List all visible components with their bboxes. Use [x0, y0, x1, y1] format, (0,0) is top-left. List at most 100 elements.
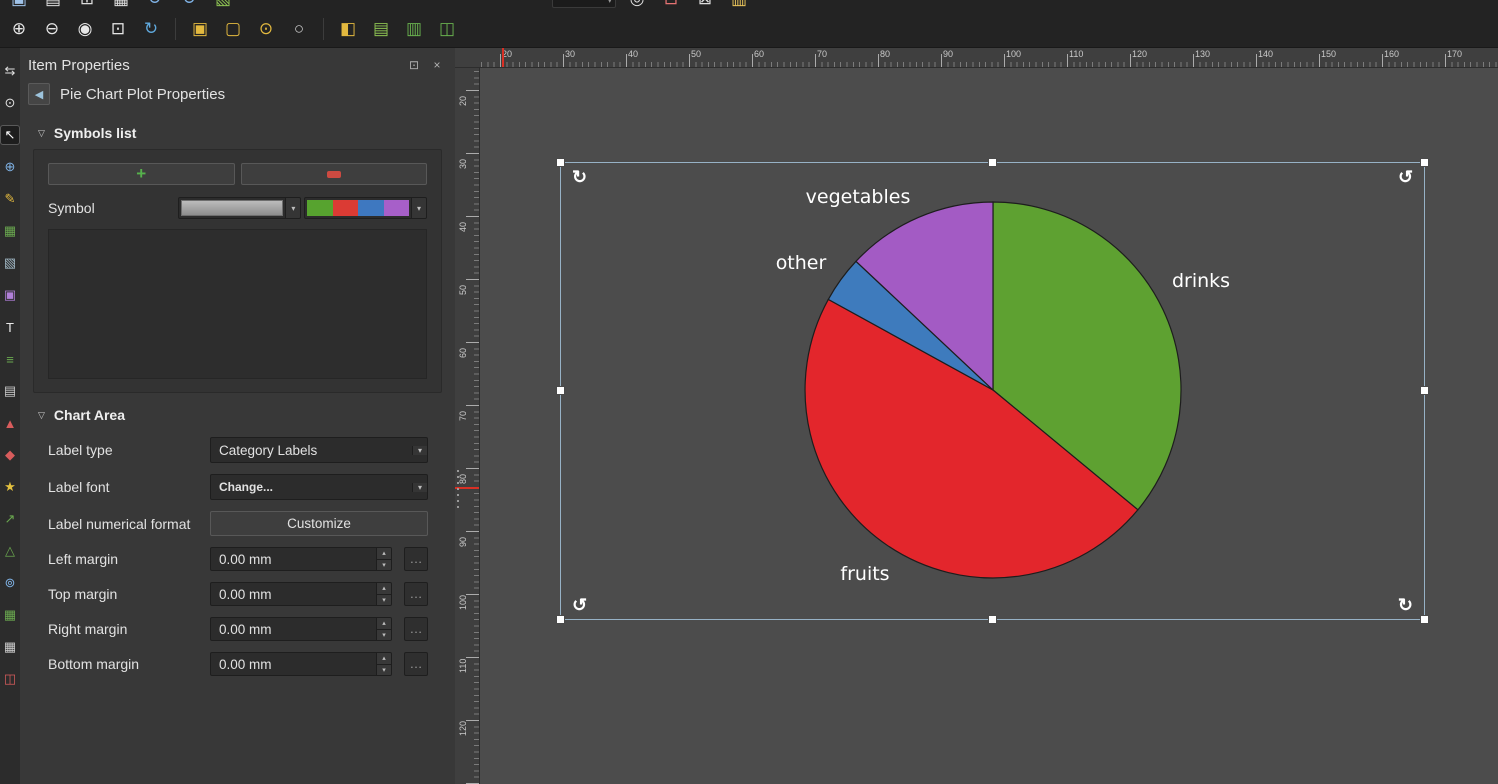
move-item-content-icon[interactable]: ⊕ — [1, 158, 19, 176]
add-symbol-button[interactable]: + — [48, 163, 235, 185]
add-label-icon[interactable]: T — [1, 318, 19, 336]
spin-down-icon[interactable]: ▾ — [377, 664, 391, 676]
save-project-icon[interactable]: ▣ — [6, 0, 32, 10]
redo-icon[interactable]: ↻ — [176, 0, 202, 10]
add-attribute-table-icon[interactable]: ▦ — [1, 606, 19, 624]
add-picture-icon[interactable]: ▣ — [1, 286, 19, 304]
symbol-style-button[interactable]: ▾ — [178, 197, 302, 219]
right-margin-label: Right margin — [48, 621, 210, 637]
zoom-tool-icon[interactable]: ⊙ — [1, 94, 19, 112]
atlas-settings-icon[interactable]: ▥ — [726, 0, 752, 10]
layout-manager-icon[interactable]: ▦ — [108, 0, 134, 10]
resize-items-icon[interactable]: ◫ — [434, 16, 460, 42]
panel-splitter-handle[interactable] — [455, 470, 460, 508]
vertical-ruler[interactable]: 2030405060708090100110120130 — [455, 68, 480, 784]
print-icon[interactable]: ⊠ — [692, 0, 718, 10]
resize-handle-middle-right[interactable] — [1420, 386, 1429, 395]
preview-mode-icon[interactable]: ◎ — [624, 0, 650, 10]
symbols-list[interactable] — [48, 229, 427, 379]
label-type-combo[interactable]: Category Labels ▾ — [210, 437, 428, 463]
bottom-margin-spinbox[interactable]: 0.00 mm ▴▾ — [210, 652, 392, 676]
unlock-items-icon[interactable]: ▢ — [220, 16, 246, 42]
resize-handle-bottom-center[interactable] — [988, 615, 997, 624]
resize-handle-middle-left[interactable] — [556, 386, 565, 395]
label-font-label: Label font — [48, 479, 210, 495]
export-image-icon[interactable]: ▧ — [210, 0, 236, 10]
group-items-icon[interactable]: ▤ — [368, 16, 394, 42]
pan-layout-icon[interactable]: ⇆ — [1, 62, 19, 80]
rotate-handle-icon[interactable]: ↻ — [1398, 168, 1413, 186]
numerical-format-label: Label numerical format — [48, 516, 210, 532]
add-arrow-icon[interactable]: ↗ — [1, 510, 19, 528]
add-3d-map-icon[interactable]: ▧ — [1, 254, 19, 272]
lock-items-icon[interactable]: ▣ — [187, 16, 213, 42]
zoom-actual-icon[interactable]: ◉ — [72, 16, 98, 42]
right-margin-spinbox[interactable]: 0.00 mm ▴▾ — [210, 617, 392, 641]
symbols-list-group-header[interactable]: ▽ Symbols list — [20, 111, 455, 149]
zoom-in-icon[interactable]: ⊕ — [6, 16, 32, 42]
zoom-to-selected-icon[interactable]: ⊙ — [253, 16, 279, 42]
export-pdf-icon[interactable]: ⊟ — [658, 0, 684, 10]
rotate-handle-icon[interactable]: ↻ — [1398, 596, 1413, 614]
layout-canvas[interactable]: vegetablesotherdrinksfruits ↻ ↻ ↻ ↻ — [480, 68, 1498, 784]
spin-up-icon[interactable]: ▴ — [377, 548, 391, 559]
duplicate-layout-icon[interactable]: ⊞ — [74, 0, 100, 10]
spin-up-icon[interactable]: ▴ — [377, 618, 391, 629]
zoom-level-combo[interactable]: ▾ — [552, 0, 616, 8]
add-shape-icon[interactable]: ◆ — [1, 446, 19, 464]
undo-icon[interactable]: ↺ — [142, 0, 168, 10]
spin-up-icon[interactable]: ▴ — [377, 583, 391, 594]
spin-down-icon[interactable]: ▾ — [377, 559, 391, 571]
add-marker-icon[interactable]: ★ — [1, 478, 19, 496]
add-legend-icon[interactable]: ≡ — [1, 350, 19, 368]
add-plot-icon[interactable]: ◫ — [1, 670, 19, 688]
raise-items-icon[interactable]: ◧ — [335, 16, 361, 42]
spin-down-icon[interactable]: ▾ — [377, 629, 391, 641]
resize-handle-bottom-right[interactable] — [1420, 615, 1429, 624]
add-html-icon[interactable]: ⊚ — [1, 574, 19, 592]
right-margin-data-defined-button[interactable]: … — [404, 617, 428, 641]
select-move-item-icon[interactable]: ↖ — [1, 126, 19, 144]
add-node-item-icon[interactable]: △ — [1, 542, 19, 560]
chevron-down-icon[interactable]: ▾ — [412, 446, 427, 455]
spin-up-icon[interactable]: ▴ — [377, 653, 391, 664]
new-layout-icon[interactable]: ▤ — [40, 0, 66, 10]
zoom-full-icon[interactable]: ⊡ — [105, 16, 131, 42]
chevron-down-icon[interactable]: ▾ — [412, 483, 427, 492]
resize-handle-top-center[interactable] — [988, 158, 997, 167]
undock-panel-icon[interactable]: ⊡ — [406, 57, 422, 73]
top-margin-data-defined-button[interactable]: … — [404, 582, 428, 606]
rotate-handle-icon[interactable]: ↻ — [572, 596, 587, 614]
label-type-row: Label type Category Labels ▾ — [48, 437, 428, 463]
label-font-button[interactable]: Change... ▾ — [210, 474, 428, 500]
back-button[interactable]: ◀ — [28, 83, 50, 105]
distribute-items-icon[interactable]: ▥ — [401, 16, 427, 42]
rotate-handle-icon[interactable]: ↻ — [572, 168, 587, 186]
left-margin-spinbox[interactable]: 0.00 mm ▴▾ — [210, 547, 392, 571]
refresh-view-icon[interactable]: ↻ — [138, 16, 164, 42]
add-north-arrow-icon[interactable]: ▲ — [1, 414, 19, 432]
chart-area-group-header[interactable]: ▽ Chart Area — [20, 393, 455, 431]
zoom-out-icon[interactable]: ⊖ — [39, 16, 65, 42]
zoom-to-item-icon[interactable]: ○ — [286, 16, 312, 42]
resize-handle-bottom-left[interactable] — [556, 615, 565, 624]
ruler-label: 120 — [458, 721, 468, 736]
resize-handle-top-left[interactable] — [556, 158, 565, 167]
resize-handle-top-right[interactable] — [1420, 158, 1429, 167]
add-scalebar-icon[interactable]: ▤ — [1, 382, 19, 400]
customize-button[interactable]: Customize — [210, 511, 428, 536]
spin-down-icon[interactable]: ▾ — [377, 594, 391, 606]
chevron-down-icon[interactable]: ▾ — [285, 198, 300, 218]
horizontal-ruler[interactable]: 2030405060708090100110120130140150160170 — [480, 48, 1498, 68]
selected-item-frame[interactable]: ↻ ↻ ↻ ↻ — [560, 162, 1425, 620]
chevron-down-icon[interactable]: ▾ — [411, 198, 426, 218]
color-ramp-button[interactable]: ▾ — [304, 197, 427, 219]
add-fixed-table-icon[interactable]: ▦ — [1, 638, 19, 656]
top-margin-spinbox[interactable]: 0.00 mm ▴▾ — [210, 582, 392, 606]
bottom-margin-data-defined-button[interactable]: … — [404, 652, 428, 676]
add-map-icon[interactable]: ▦ — [1, 222, 19, 240]
left-margin-data-defined-button[interactable]: … — [404, 547, 428, 571]
remove-symbol-button[interactable] — [241, 163, 428, 185]
edit-nodes-item-icon[interactable]: ✎ — [1, 190, 19, 208]
close-panel-icon[interactable]: × — [429, 57, 445, 73]
